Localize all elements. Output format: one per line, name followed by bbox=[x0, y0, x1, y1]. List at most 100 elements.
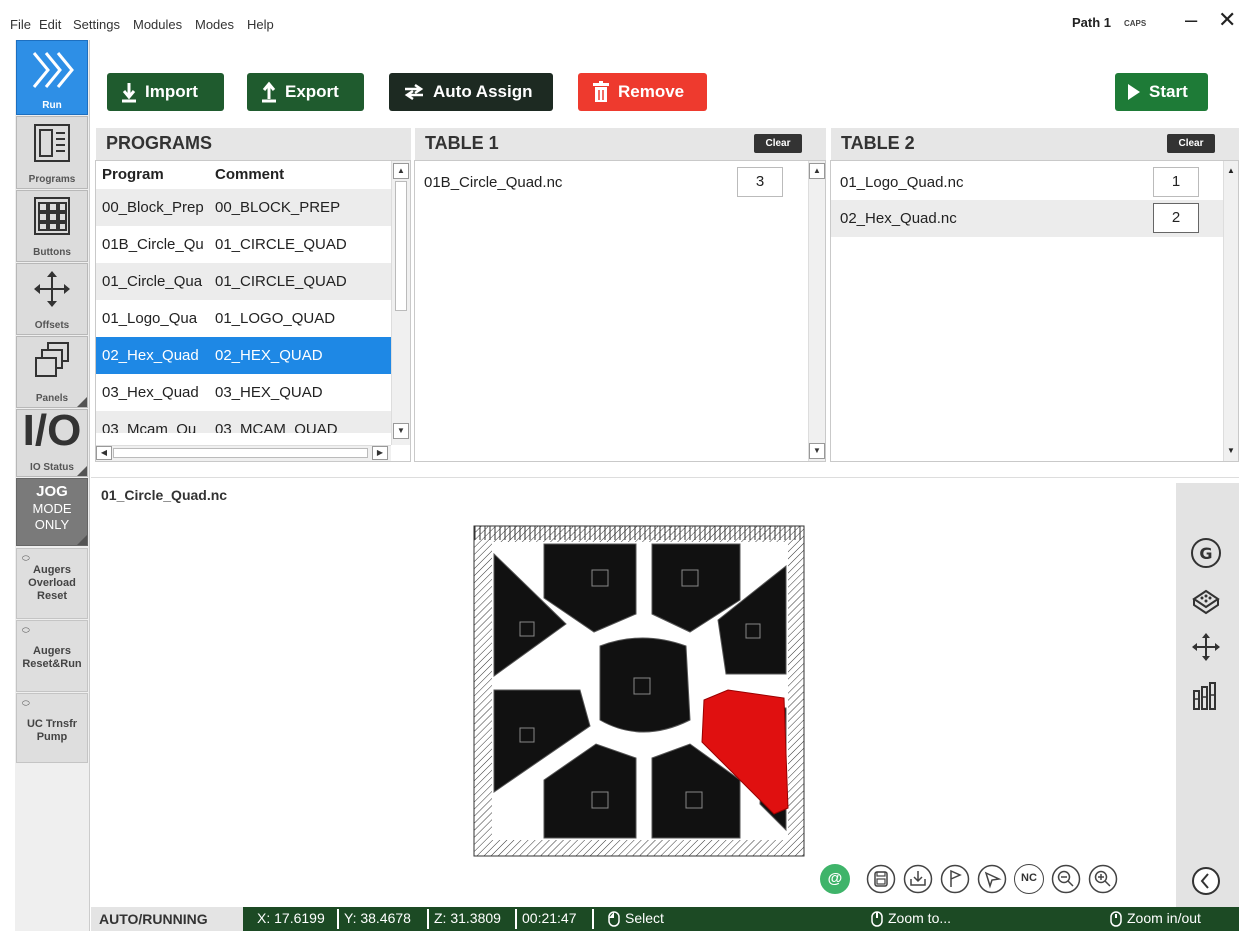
programs-list: Program Comment 00_Block_Prep 00_BLOCK_PR… bbox=[95, 160, 411, 462]
start-button[interactable]: Start bbox=[1115, 73, 1208, 111]
table2-qty-input[interactable]: 1 bbox=[1153, 167, 1199, 197]
trash-icon bbox=[593, 81, 609, 102]
scroll-left-icon[interactable]: ◀ bbox=[96, 446, 112, 460]
table2-row[interactable]: 01_Logo_Quad.nc 1 bbox=[831, 164, 1223, 201]
program-row[interactable]: 03_Hex_Quad 03_HEX_QUAD bbox=[96, 374, 391, 411]
menu-file[interactable]: File bbox=[10, 17, 31, 32]
indicator-icon: ⬭ bbox=[22, 625, 30, 635]
remove-label: Remove bbox=[618, 82, 685, 101]
program-comment: 01_CIRCLE_QUAD bbox=[215, 236, 347, 253]
close-button[interactable]: ✕ bbox=[1218, 9, 1236, 31]
table2-header: TABLE 2 Clear bbox=[831, 128, 1239, 160]
program-row[interactable]: 02_Hex_Quad 02_HEX_QUAD bbox=[96, 337, 391, 374]
menu-edit[interactable]: Edit bbox=[39, 17, 61, 32]
gcode-icon[interactable]: G bbox=[1188, 535, 1224, 571]
scroll-thumb[interactable] bbox=[395, 181, 407, 311]
scroll-down-icon[interactable]: ▼ bbox=[393, 423, 409, 439]
table1-title: TABLE 1 bbox=[425, 133, 499, 153]
z-coordinate: Z: 31.3809 bbox=[434, 910, 501, 926]
menu-modules[interactable]: Modules bbox=[133, 17, 182, 32]
zoom-out-icon[interactable] bbox=[1051, 864, 1081, 894]
program-row[interactable]: 03_Mcam_Qu 03_MCAM_QUAD bbox=[96, 411, 391, 433]
nav-io-status[interactable]: I/O IO Status bbox=[16, 406, 88, 477]
programs-hscrollbar[interactable]: ◀ ▶ bbox=[96, 445, 391, 461]
mouse-middle-icon bbox=[871, 911, 883, 927]
scroll-right-icon[interactable]: ▶ bbox=[372, 446, 388, 460]
nav-programs[interactable]: Programs bbox=[16, 116, 88, 189]
menu-settings[interactable]: Settings bbox=[73, 17, 120, 32]
pocket-center bbox=[599, 637, 691, 733]
program-comment: 03_MCAM_QUAD bbox=[215, 421, 338, 433]
panels-icon bbox=[35, 342, 69, 377]
nav-panels[interactable]: Panels bbox=[16, 336, 88, 408]
table1-clear-button[interactable]: Clear bbox=[754, 134, 802, 153]
table2-vscrollbar[interactable]: ▲ ▼ bbox=[1223, 161, 1238, 461]
program-row[interactable]: 00_Block_Prep 00_BLOCK_PREP bbox=[96, 189, 391, 226]
save-icon[interactable] bbox=[866, 864, 896, 894]
menu-help[interactable]: Help bbox=[247, 17, 274, 32]
pan-arrows-icon[interactable] bbox=[1188, 629, 1224, 665]
jog-label: JOG bbox=[36, 483, 68, 500]
pointer-icon[interactable] bbox=[977, 864, 1007, 894]
nav-offsets[interactable]: Offsets bbox=[16, 263, 88, 335]
viewer-side-tools: G bbox=[1176, 483, 1239, 908]
table2-title: TABLE 2 bbox=[841, 133, 915, 153]
block-3d-icon[interactable] bbox=[1188, 583, 1224, 619]
remove-button[interactable]: Remove bbox=[578, 73, 707, 111]
table2-qty-input[interactable]: 2 bbox=[1153, 203, 1199, 233]
download-tray-icon[interactable] bbox=[903, 864, 933, 894]
nav-buttons[interactable]: Buttons bbox=[16, 190, 88, 262]
flag-icon[interactable] bbox=[940, 864, 970, 894]
augers-reset-run-button[interactable]: ⬭ Augers Reset&Run bbox=[16, 620, 88, 692]
table1-row[interactable]: 01B_Circle_Quad.nc 3 bbox=[415, 164, 807, 201]
program-row[interactable]: 01_Logo_Qua 01_LOGO_QUAD bbox=[96, 300, 391, 337]
uc-transfer-pump-label: UC Trnsfr Pump bbox=[26, 718, 78, 743]
tools-rack-icon[interactable] bbox=[1188, 677, 1224, 713]
program-row[interactable]: 01B_Circle_Qu 01_CIRCLE_QUAD bbox=[96, 226, 391, 263]
nav-run[interactable]: Run bbox=[16, 40, 88, 115]
zoom-in-icon[interactable] bbox=[1088, 864, 1118, 894]
column-program[interactable]: Program bbox=[102, 166, 164, 183]
buttons-grid-icon bbox=[34, 197, 70, 235]
program-row[interactable]: 01_Circle_Qua 01_CIRCLE_QUAD bbox=[96, 263, 391, 300]
auto-assign-button[interactable]: Auto Assign bbox=[389, 73, 553, 111]
indicator-icon: ⬭ bbox=[22, 698, 30, 708]
collapse-left-icon[interactable] bbox=[1188, 863, 1224, 899]
viewer-filename: 01_Circle_Quad.nc bbox=[101, 487, 228, 503]
column-comment[interactable]: Comment bbox=[215, 166, 284, 183]
minimize-button[interactable]: – bbox=[1185, 9, 1197, 31]
program-comment: 00_BLOCK_PREP bbox=[215, 199, 341, 216]
at-button[interactable]: @ bbox=[820, 864, 850, 894]
programs-vscrollbar[interactable]: ▲ ▼ bbox=[391, 161, 410, 445]
mouse-wheel-icon bbox=[1110, 911, 1122, 927]
uc-transfer-pump-button[interactable]: ⬭ UC Trnsfr Pump bbox=[16, 693, 88, 763]
scroll-up-icon[interactable]: ▲ bbox=[1227, 166, 1235, 175]
menu-bar: File Edit Settings Modules Modes Help Pa… bbox=[0, 0, 1239, 40]
table1-vscrollbar[interactable]: ▲ ▼ bbox=[808, 161, 825, 461]
scroll-down-icon[interactable]: ▼ bbox=[1227, 446, 1235, 455]
table2-row[interactable]: 02_Hex_Quad.nc 2 bbox=[831, 200, 1223, 237]
table2-clear-button[interactable]: Clear bbox=[1167, 134, 1215, 153]
toolpath-canvas[interactable] bbox=[464, 522, 810, 860]
menu-modes[interactable]: Modes bbox=[195, 17, 234, 32]
scroll-down-icon[interactable]: ▼ bbox=[809, 443, 825, 459]
mouse-left-icon bbox=[608, 911, 620, 927]
nc-button[interactable]: NC bbox=[1014, 864, 1044, 894]
import-button[interactable]: Import bbox=[107, 73, 224, 111]
program-name: 03_Mcam_Qu bbox=[102, 421, 197, 433]
divider bbox=[337, 909, 339, 929]
scroll-up-icon[interactable]: ▲ bbox=[809, 163, 825, 179]
scroll-up-icon[interactable]: ▲ bbox=[393, 163, 409, 179]
export-button[interactable]: Export bbox=[247, 73, 364, 111]
hscroll-thumb[interactable] bbox=[113, 448, 368, 458]
nav-jog[interactable]: JOG MODE ONLY bbox=[16, 478, 88, 546]
y-coordinate: Y: 38.4678 bbox=[344, 910, 411, 926]
nav-run-label: Run bbox=[42, 100, 62, 111]
status-bar: AUTO/RUNNING X: 17.6199 Y: 38.4678 Z: 31… bbox=[91, 907, 1239, 931]
table1-qty-input[interactable]: 3 bbox=[737, 167, 783, 197]
table1-header: TABLE 1 Clear bbox=[415, 128, 826, 160]
augers-overload-reset-button[interactable]: ⬭ Augers Overload Reset bbox=[16, 548, 88, 619]
program-name: 01_Circle_Qua bbox=[102, 273, 203, 290]
left-nav: Run Programs Buttons Offsets Panels I/O … bbox=[15, 40, 90, 931]
program-comment: 02_HEX_QUAD bbox=[215, 347, 323, 364]
